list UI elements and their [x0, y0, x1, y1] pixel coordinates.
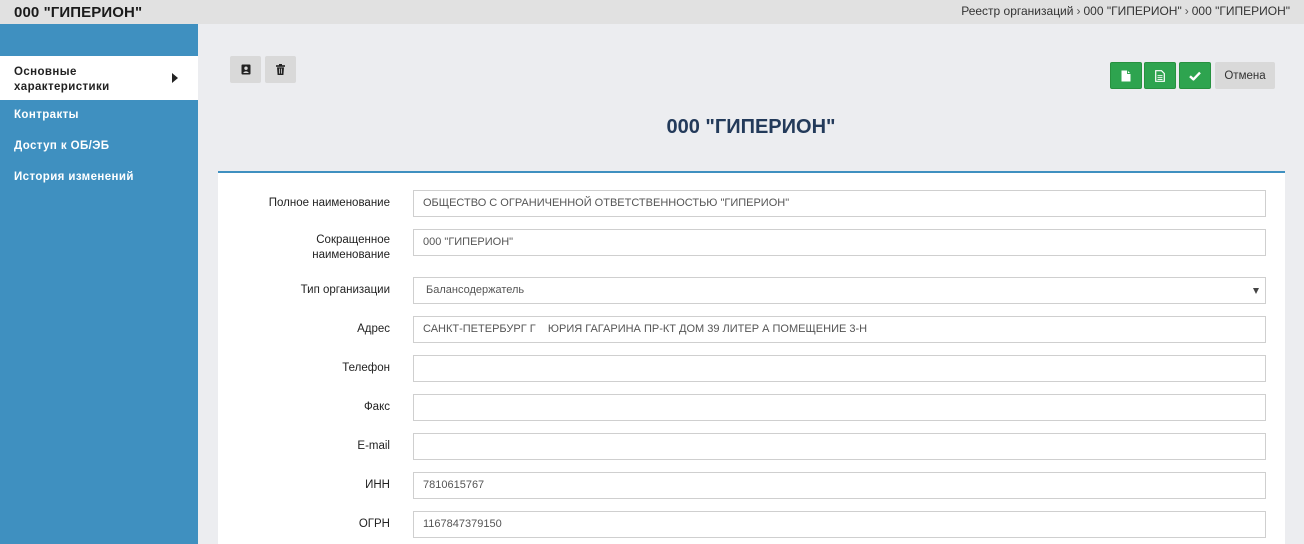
address-label: Адрес — [357, 323, 390, 335]
ogrn-label: ОГРН — [358, 518, 390, 530]
fax-label: Факс — [363, 401, 390, 413]
dropdown-arrow-icon — [1253, 288, 1259, 294]
inn-label: ИНН — [365, 479, 390, 491]
inn-field[interactable]: 7810615767 — [413, 472, 1266, 499]
breadcrumb-item-registry[interactable]: Реестр организаций — [961, 4, 1073, 18]
main-content: Отмена 000 "ГИПЕРИОН" Полное наименовани… — [198, 24, 1304, 544]
breadcrumb-item-current: 000 "ГИПЕРИОН" — [1191, 4, 1290, 18]
org-type-select[interactable]: Балансодержатель — [413, 277, 1266, 304]
new-document-button[interactable] — [1110, 62, 1142, 89]
phone-label: Телефон — [342, 362, 390, 374]
email-field[interactable] — [413, 433, 1266, 460]
email-label: E-mail — [357, 440, 390, 452]
cancel-button[interactable]: Отмена — [1215, 62, 1275, 89]
breadcrumb-separator: › — [1076, 4, 1081, 18]
sidebar-item-history[interactable]: История изменений — [0, 162, 198, 193]
breadcrumb-separator: › — [1184, 4, 1189, 18]
fax-field[interactable] — [413, 394, 1266, 421]
delete-button[interactable] — [265, 56, 296, 83]
sidebar-item-label: Основные характеристики — [14, 66, 110, 93]
org-type-value: Балансодержатель — [426, 284, 525, 296]
full-name-label: Полное наименование — [268, 197, 390, 209]
short-name-label: Сокращенное наименование — [312, 234, 390, 261]
short-name-field[interactable]: 000 "ГИПЕРИОН" — [413, 229, 1266, 256]
sidebar-item-access[interactable]: Доступ к ОБ/ЭБ — [0, 131, 198, 162]
app-title: 000 "ГИПЕРИОН" — [14, 4, 143, 21]
confirm-button[interactable] — [1179, 62, 1211, 89]
top-bar: 000 "ГИПЕРИОН" Реестр организаций › 000 "Г… — [0, 0, 1304, 24]
org-type-label: Тип организации — [300, 284, 390, 296]
document-icon — [1121, 70, 1131, 81]
ogrn-field[interactable]: 1167847379150 — [413, 511, 1266, 538]
phone-field[interactable] — [413, 355, 1266, 382]
address-field[interactable]: САНКТ-ПЕТЕРБУРГ Г ЮРИЯ ГАГАРИНА ПР-КТ ДО… — [413, 316, 1266, 343]
document-lines-icon — [1155, 69, 1165, 82]
breadcrumb: Реестр организаций › 000 "ГИПЕРИОН" › 000 "Г… — [961, 4, 1290, 18]
sidebar: Основные характеристики Контракты Доступ… — [0, 24, 198, 544]
contact-button[interactable] — [230, 56, 261, 83]
sidebar-header — [0, 24, 198, 56]
sidebar-item-contracts[interactable]: Контракты — [0, 100, 198, 131]
breadcrumb-item-org[interactable]: 000 "ГИПЕРИОН" — [1083, 4, 1181, 18]
form-panel: Полное наименование ОБЩЕСТВО С ОГРАНИЧЕН… — [218, 171, 1285, 544]
full-name-field[interactable]: ОБЩЕСТВО С ОГРАНИЧЕННОЙ ОТВЕТСТВЕННОСТЬЮ… — [413, 190, 1266, 217]
contact-icon — [241, 64, 250, 75]
trash-icon — [276, 64, 285, 75]
page-title: 000 "ГИПЕРИОН" — [666, 116, 836, 138]
check-icon — [1189, 71, 1201, 81]
caret-right-icon — [172, 73, 178, 83]
sidebar-item-basic-characteristics[interactable]: Основные характеристики — [0, 56, 198, 100]
document-text-button[interactable] — [1144, 62, 1176, 89]
